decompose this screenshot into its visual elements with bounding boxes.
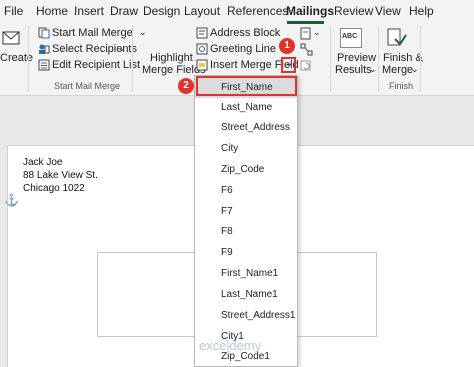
- finish-merge-label-line2: Merge: [382, 64, 414, 76]
- document-merge-icon: [38, 27, 50, 39]
- menu-help[interactable]: Help: [409, 4, 434, 18]
- preview-icon-text: ABC: [342, 33, 358, 40]
- menu-layout[interactable]: Layout: [184, 4, 220, 18]
- step-1-badge: 1: [279, 38, 295, 54]
- merge-field-item[interactable]: Street_Address: [195, 118, 297, 138]
- watermark: exceldemy: [199, 338, 262, 353]
- merge-field-item[interactable]: Street_Address1: [195, 306, 297, 326]
- menu-home[interactable]: Home: [36, 4, 68, 18]
- menu-design[interactable]: Design: [143, 4, 180, 18]
- chevron-down-icon: ⌄: [139, 27, 147, 37]
- finish-merge-icon: [387, 28, 407, 46]
- merge-field-item[interactable]: Last_Name: [195, 98, 297, 118]
- group-separator: [28, 26, 29, 92]
- menu-draw[interactable]: Draw: [110, 4, 138, 18]
- match-fields-icon: [300, 43, 313, 56]
- start-mail-merge-group-label: Start Mail Merge: [54, 81, 121, 91]
- first-name-highlight: [196, 76, 297, 96]
- chevron-down-icon: ⌄: [369, 64, 377, 74]
- envelope-icon: [2, 31, 20, 45]
- menu-review[interactable]: Review: [334, 4, 373, 18]
- menu-bar: File Home Insert Draw Design Layout Refe…: [0, 0, 474, 24]
- edit-recipient-list-label: Edit Recipient List: [52, 59, 141, 71]
- merge-field-item[interactable]: Last_Name1: [195, 285, 297, 305]
- insert-merge-field-icon: [196, 59, 208, 71]
- address-line-street: 88 Lake View St.: [23, 170, 98, 181]
- menu-insert[interactable]: Insert: [74, 4, 104, 18]
- menu-mailings[interactable]: Mailings: [286, 4, 334, 18]
- merge-field-item[interactable]: City: [195, 139, 297, 159]
- greeting-line-icon: [196, 43, 208, 55]
- merge-field-item[interactable]: First_Name1: [195, 264, 297, 284]
- greeting-line-label: Greeting Line: [210, 43, 277, 55]
- merge-field-item[interactable]: Zip_Code: [195, 160, 297, 180]
- finish-group-label: Finish: [389, 81, 414, 91]
- dropdown-arrow-highlight: [281, 57, 296, 73]
- merge-field-item[interactable]: F9: [195, 243, 297, 263]
- update-labels-icon: [300, 60, 311, 71]
- merge-field-dropdown: First_Name Last_Name Street_Address City…: [194, 75, 298, 367]
- group-separator: [420, 26, 421, 92]
- recipients-icon: [39, 44, 50, 54]
- anchor-icon: ⚓: [4, 193, 19, 207]
- chevron-down-icon: ⌄: [118, 43, 126, 53]
- chevron-down-icon: ⌄: [411, 64, 419, 74]
- group-separator: [132, 26, 133, 92]
- edit-list-icon: [38, 59, 50, 71]
- preview-results-label-line2: Results: [335, 64, 372, 76]
- merge-field-item[interactable]: F8: [195, 222, 297, 242]
- group-separator: [330, 26, 331, 92]
- menu-file[interactable]: File: [4, 4, 23, 18]
- menu-references[interactable]: References: [227, 4, 288, 18]
- start-mail-merge-label: Start Mail Merge: [52, 27, 133, 39]
- address-block-icon: [196, 27, 208, 39]
- address-line-city: Chicago 1022: [23, 183, 85, 194]
- merge-field-item[interactable]: F6: [195, 181, 297, 201]
- group-separator: [378, 26, 379, 92]
- chevron-down-icon: ⌄: [313, 27, 321, 37]
- rules-icon: [300, 27, 311, 40]
- merge-field-item[interactable]: F7: [195, 202, 297, 222]
- address-line-name: Jack Joe: [23, 157, 63, 168]
- preview-results-icon: ABC: [340, 28, 362, 48]
- menu-view[interactable]: View: [375, 4, 401, 18]
- step-2-badge: 2: [178, 78, 194, 94]
- address-block-label: Address Block: [210, 27, 281, 39]
